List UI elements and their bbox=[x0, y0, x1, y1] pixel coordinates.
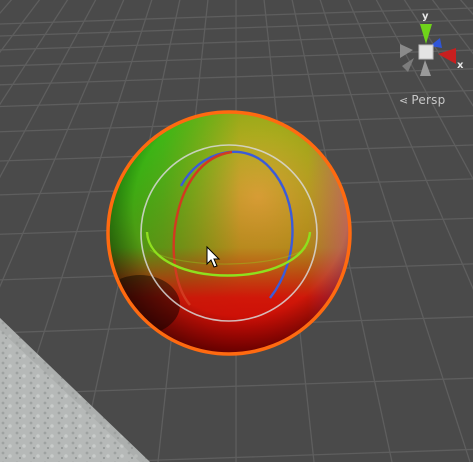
sphere-rim-shadow bbox=[109, 113, 349, 353]
scene-viewport[interactable]: y x ⋖ Persp bbox=[0, 0, 473, 462]
projection-toggle[interactable]: ⋖ Persp bbox=[399, 93, 445, 107]
gizmo-label-y: y bbox=[422, 11, 429, 22]
gizmo-center-cube[interactable] bbox=[418, 44, 434, 60]
projection-arrows-icon: ⋖ bbox=[399, 94, 409, 107]
projection-label: Persp bbox=[411, 93, 446, 107]
gizmo-label-x: x bbox=[457, 60, 464, 71]
scene-canvas[interactable]: y x bbox=[0, 0, 473, 462]
